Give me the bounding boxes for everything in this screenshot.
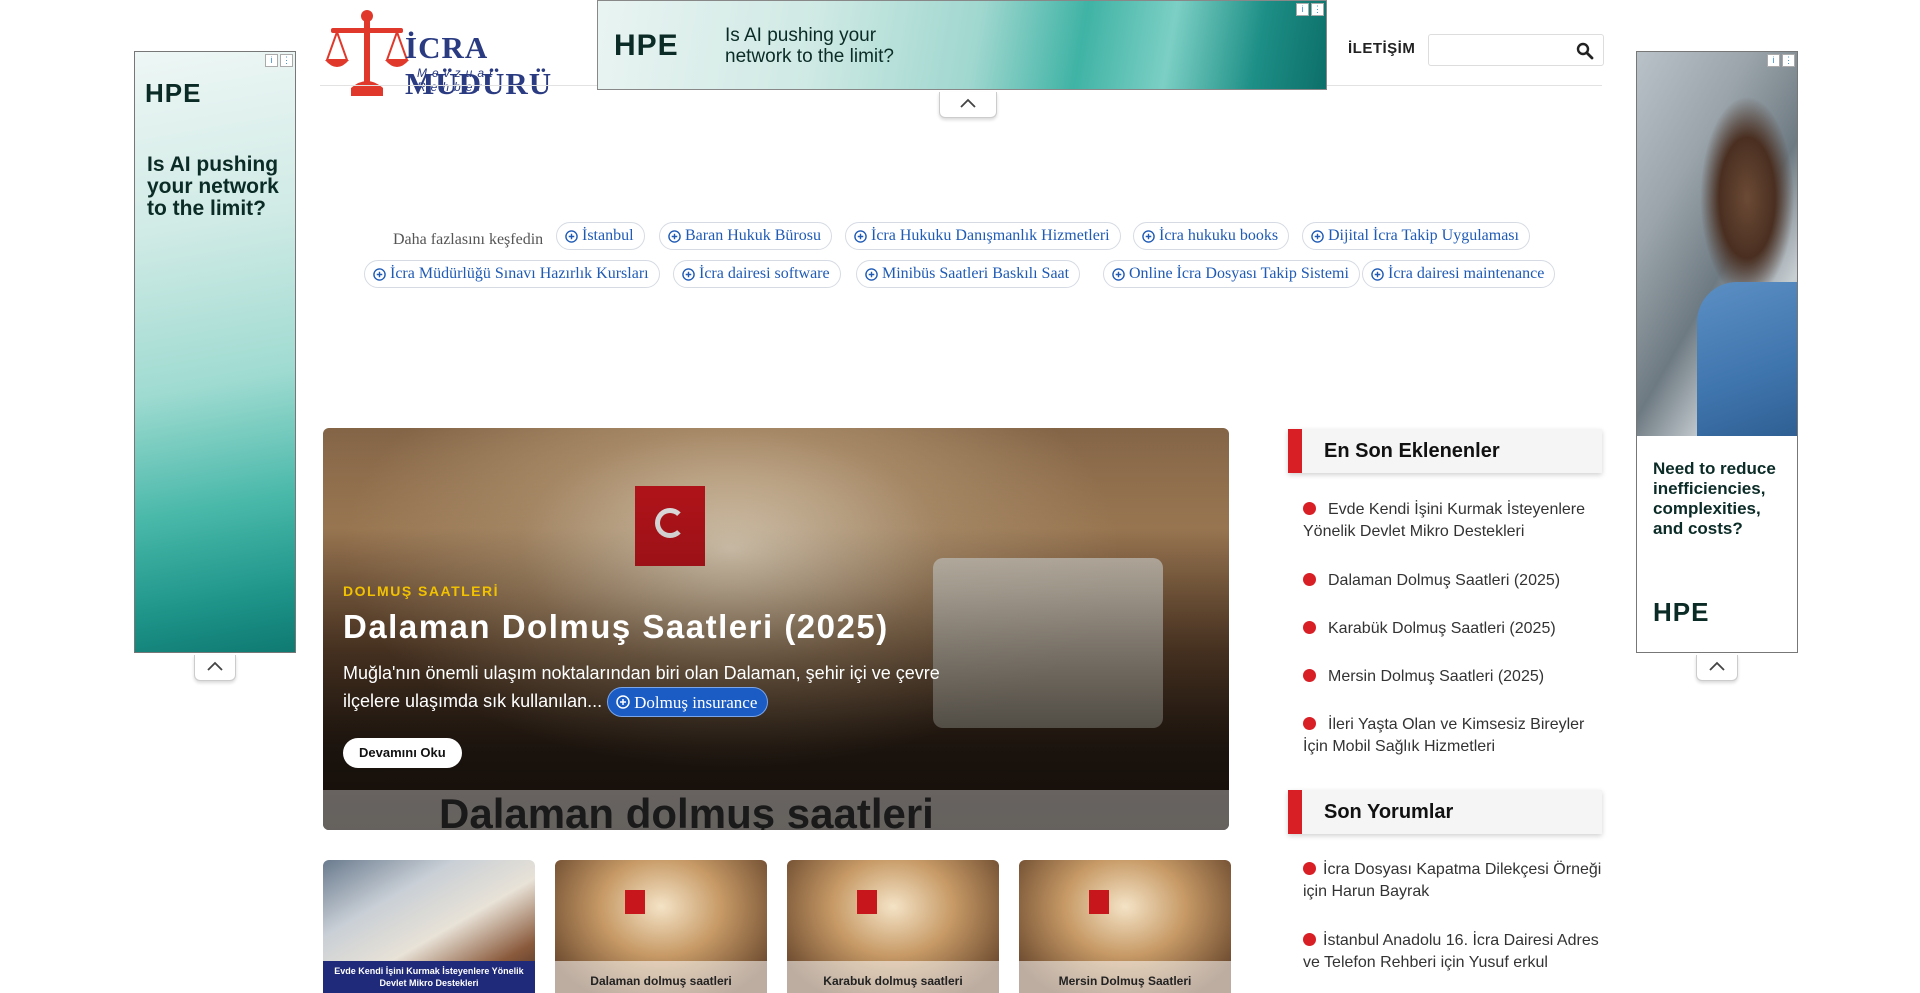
- bullet-icon: [1303, 502, 1316, 515]
- ad-menu-icon[interactable]: ⋮: [280, 54, 293, 67]
- bullet-icon: [1303, 573, 1316, 586]
- explore-chip-label: İcra dairesi software: [699, 265, 830, 282]
- chevron-up-icon: [960, 98, 976, 108]
- hero-image-caption: Dalaman dolmuş saatleri: [439, 790, 934, 830]
- post-category[interactable]: DOLMUŞ SAATLERİ: [343, 583, 499, 599]
- read-more-button[interactable]: Devamını Oku: [343, 738, 462, 768]
- post-thumbnail[interactable]: Mersin Dolmuş Saatleri: [1019, 860, 1231, 993]
- post-title[interactable]: Dalaman Dolmuş Saatleri (2025): [343, 608, 889, 646]
- explore-chip-label: İcra dairesi maintenance: [1388, 265, 1545, 282]
- plus-circle-icon: [682, 267, 695, 281]
- bullet-icon: [1303, 669, 1316, 682]
- search-icon[interactable]: [1575, 41, 1595, 61]
- ad-choices[interactable]: i ⋮: [1296, 3, 1324, 16]
- ad-photo: [1637, 52, 1797, 436]
- ad-choices[interactable]: i ⋮: [265, 54, 293, 67]
- search-field[interactable]: [1428, 34, 1604, 66]
- latest-post-link[interactable]: Dalaman Dolmuş Saatleri (2025): [1303, 570, 1603, 592]
- ad-brand-logo: HPE: [145, 78, 202, 108]
- ad-menu-icon[interactable]: ⋮: [1782, 54, 1795, 67]
- plus-circle-icon: [865, 267, 878, 281]
- recent-comment-link[interactable]: İcra Dosyası Kapatma Dilekçesi Örneği iç…: [1303, 859, 1603, 903]
- search-chip[interactable]: Dolmuş insurance: [607, 687, 769, 717]
- latest-post-link[interactable]: Karabük Dolmuş Saatleri (2025): [1303, 618, 1603, 640]
- ad-info-icon[interactable]: i: [1767, 54, 1780, 67]
- search-chip-label: Dolmuş insurance: [634, 692, 758, 712]
- explore-chip[interactable]: Minibüs Saatleri Baskılı Saat: [856, 260, 1081, 288]
- post-thumbnail[interactable]: Evde Kendi İşini Kurmak İsteyenlere Yöne…: [323, 860, 535, 993]
- ad-headline: Is AI pushing your network to the limit?: [725, 25, 894, 67]
- plus-circle-icon: [565, 229, 578, 243]
- left-ad-collapse-button[interactable]: [194, 655, 236, 681]
- bullet-icon: [1303, 717, 1316, 730]
- explore-chip[interactable]: İcra Müdürlüğü Sınavı Hazırlık Kursları: [364, 260, 660, 288]
- plus-circle-icon: [854, 229, 867, 243]
- chevron-up-icon: [1709, 661, 1725, 671]
- recent-comment-link[interactable]: İstanbul Anadolu 16. İcra Dairesi Adres …: [1303, 930, 1603, 974]
- left-side-ad[interactable]: HPE Is AI pushing your network to the li…: [134, 51, 296, 653]
- explore-chip-label: İstanbul: [582, 227, 634, 244]
- ad-info-icon[interactable]: i: [1296, 3, 1309, 16]
- ad-headline: Is AI pushing your network to the limit?: [147, 153, 279, 220]
- search-input[interactable]: [1435, 36, 1565, 64]
- site-logo[interactable]: İCRA MÜDÜRÜ Mevzuat Rehberi: [325, 8, 575, 101]
- plus-circle-icon: [1371, 267, 1384, 281]
- post-thumbnail[interactable]: Dalaman dolmuş saatleri: [555, 860, 767, 993]
- ad-info-icon[interactable]: i: [265, 54, 278, 67]
- recent-comments-heading: Son Yorumlar: [1288, 790, 1602, 834]
- explore-chip[interactable]: İcra dairesi maintenance: [1362, 260, 1556, 288]
- latest-posts-heading: En Son Eklenenler: [1288, 429, 1602, 473]
- plus-circle-icon: [1311, 229, 1324, 243]
- nav-contact-link[interactable]: İLETİŞİM: [1348, 40, 1415, 57]
- explore-chip-label: Minibüs Saatleri Baskılı Saat: [882, 265, 1070, 282]
- plus-circle-icon: [616, 695, 630, 709]
- explore-label: Daha fazlasını keşfedin: [393, 231, 544, 248]
- thumbnail-caption: Evde Kendi İşini Kurmak İsteyenlere Yöne…: [323, 961, 535, 993]
- explore-chip-label: Online İcra Dosyası Takip Sistemi: [1129, 265, 1349, 282]
- explore-chip-label: İcra hukuku books: [1159, 227, 1279, 244]
- top-banner-ad[interactable]: HPE Is AI pushing your network to the li…: [597, 0, 1327, 90]
- explore-chip-label: Dijital İcra Takip Uygulaması: [1328, 227, 1519, 244]
- thumbnail-caption: Dalaman dolmuş saatleri: [590, 974, 732, 988]
- bullet-icon: [1303, 862, 1316, 875]
- plus-circle-icon: [1142, 229, 1155, 243]
- chevron-up-icon: [207, 661, 223, 671]
- explore-chip-label: İcra Hukuku Danışmanlık Hizmetleri: [871, 227, 1110, 244]
- latest-post-link[interactable]: Evde Kendi İşini Kurmak İsteyenlere Yöne…: [1303, 499, 1603, 543]
- explore-chip[interactable]: Online İcra Dosyası Takip Sistemi: [1103, 260, 1360, 288]
- top-ad-collapse-button[interactable]: [939, 92, 997, 118]
- explore-chip[interactable]: Baran Hukuk Bürosu: [659, 222, 832, 250]
- bullet-icon: [1303, 933, 1316, 946]
- explore-chip[interactable]: İcra hukuku books: [1133, 222, 1290, 250]
- featured-post[interactable]: Dalaman dolmuş saatleri DOLMUŞ SAATLERİ …: [323, 428, 1229, 830]
- explore-chip-label: Baran Hukuk Bürosu: [685, 227, 821, 244]
- latest-post-link[interactable]: İleri Yaşta Olan ve Kimsesiz Bireyler İç…: [1303, 714, 1603, 758]
- logo-subtitle: Mevzuat Rehberi: [417, 66, 498, 94]
- plus-circle-icon: [668, 229, 681, 243]
- ad-brand-logo: HPE: [1653, 597, 1710, 627]
- bullet-icon: [1303, 621, 1316, 634]
- plus-circle-icon: [373, 267, 386, 281]
- thumbnail-caption: Mersin Dolmuş Saatleri: [1058, 974, 1192, 988]
- ad-headline: Need to reduce inefficiencies, complexit…: [1653, 459, 1776, 538]
- post-excerpt: Muğla'nın önemli ulaşım noktalarından bi…: [343, 660, 963, 717]
- explore-chip-label: İcra Müdürlüğü Sınavı Hazırlık Kursları: [390, 265, 649, 282]
- explore-chip[interactable]: İcra Hukuku Danışmanlık Hizmetleri: [845, 222, 1121, 250]
- right-side-ad[interactable]: Need to reduce inefficiencies, complexit…: [1636, 51, 1798, 653]
- right-ad-collapse-button[interactable]: [1696, 655, 1738, 681]
- justice-scale-icon: [325, 10, 409, 96]
- widget-title: Son Yorumlar: [1324, 801, 1454, 823]
- plus-circle-icon: [1112, 267, 1125, 281]
- explore-chip[interactable]: İcra dairesi software: [673, 260, 841, 288]
- post-thumbnail[interactable]: Karabuk dolmuş saatleri: [787, 860, 999, 993]
- explore-chip[interactable]: İstanbul: [556, 222, 645, 250]
- latest-post-link[interactable]: Mersin Dolmuş Saatleri (2025): [1303, 666, 1603, 688]
- ad-choices[interactable]: i ⋮: [1767, 54, 1795, 67]
- ad-menu-icon[interactable]: ⋮: [1311, 3, 1324, 16]
- widget-title: En Son Eklenenler: [1324, 440, 1500, 462]
- thumbnail-caption: Karabuk dolmuş saatleri: [823, 974, 963, 988]
- ad-brand-logo: HPE: [614, 29, 679, 62]
- explore-chip[interactable]: Dijital İcra Takip Uygulaması: [1302, 222, 1530, 250]
